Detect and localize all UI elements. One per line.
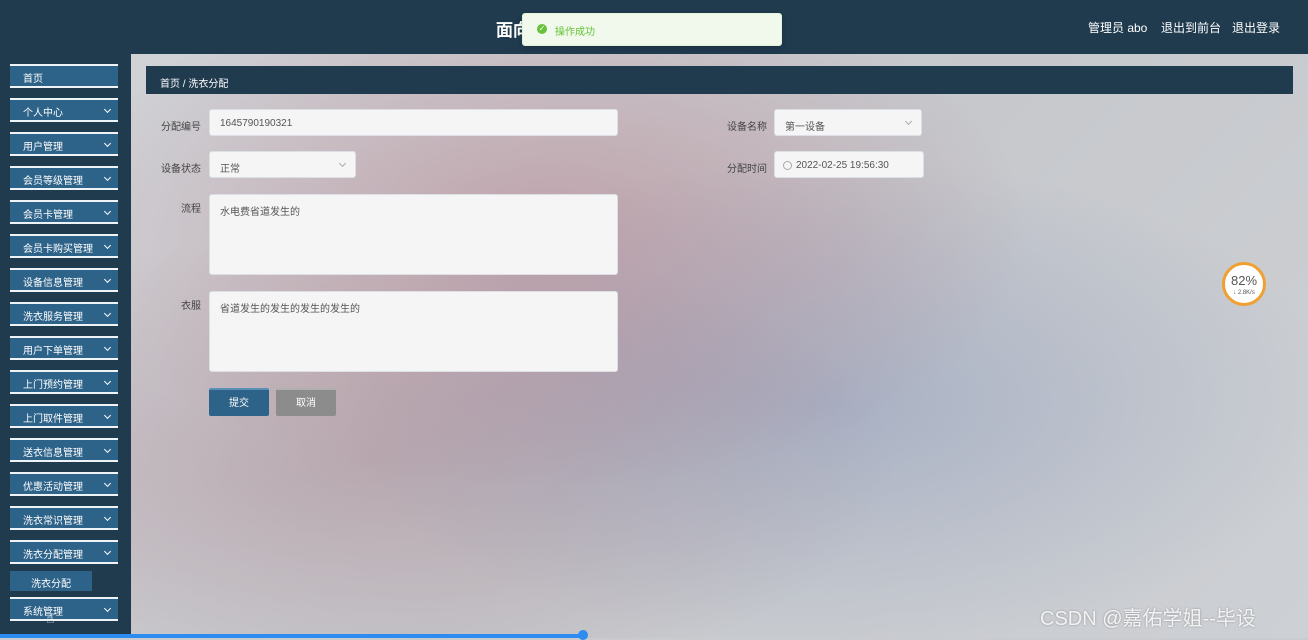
csdn-watermark: CSDN @嘉佑学姐--毕设 [1040,608,1256,630]
process-label: 流程 [181,204,201,215]
alloc-time-label: 分配时间 [727,164,767,175]
chevron-down-icon [103,139,112,148]
sidebar-item-personal-center[interactable]: 个人中心 [10,98,118,122]
sidebar-item-pickups[interactable]: 上门取件管理 [10,404,118,428]
chevron-down-icon [103,309,112,318]
clothes-textarea[interactable]: 省道发生的发生的发生的发生的 [209,291,618,372]
sidebar-item-system[interactable]: 系统管理 [10,597,118,621]
sidebar-item-promotions[interactable]: 优惠活动管理 [10,472,118,496]
sidebar-item-label: 洗衣分配管理 [23,550,83,561]
alloc-time-value: 2022-02-25 19:56:30 [796,160,889,171]
sidebar-item-label: 优惠活动管理 [23,482,83,493]
network-speed-gauge: 82% ↓ 2.8K/s [1222,262,1266,306]
sidebar-item-deliveries[interactable]: 送衣信息管理 [10,438,118,462]
sidebar-item-label: 洗衣常识管理 [23,516,83,527]
gauge-speed: ↓ 2.8K/s [1233,290,1255,296]
gauge-percent: 82% [1230,273,1258,288]
sidebar-item-label: 会员卡购买管理 [23,244,93,255]
device-status-label: 设备状态 [161,164,201,175]
alloc-no-input[interactable]: 1645790190321 [209,109,618,136]
sidebar-item-user-orders[interactable]: 用户下单管理 [10,336,118,360]
submit-button[interactable]: 提交 [209,388,269,416]
sidebar-item-label: 个人中心 [23,108,63,119]
progress-handle [578,630,588,640]
sidebar-item-home[interactable]: 首页 [10,64,118,88]
chevron-down-icon [103,105,112,114]
sidebar-item-users[interactable]: 用户管理 [10,132,118,156]
chevron-down-icon [103,241,112,250]
chevron-down-icon [103,604,112,613]
sidebar-item-laundry-services[interactable]: 洗衣服务管理 [10,302,118,326]
chevron-down-icon [103,173,112,182]
chevron-down-icon [103,479,112,488]
sidebar: 首页 个人中心 用户管理 会员等级管理 会员卡管理 会员卡购买管理 设备信息管理… [0,54,131,638]
process-textarea[interactable]: 水电费省道发生的 [209,194,618,275]
toast-message: 操作成功 [555,27,595,38]
back-to-frontend-link[interactable]: 退出到前台 [1161,19,1221,36]
sidebar-item-label: 系统管理 [23,607,63,618]
sidebar-item-laundry-tips[interactable]: 洗衣常识管理 [10,506,118,530]
sidebar-item-card-purchases[interactable]: 会员卡购买管理 [10,234,118,258]
device-name-label: 设备名称 [727,122,767,133]
sidebar-item-label: 用户管理 [23,142,63,153]
sidebar-item-label: 用户下单管理 [23,346,83,357]
alloc-time-picker[interactable]: 2022-02-25 19:56:30 [774,151,924,178]
device-name-value: 第一设备 [785,122,825,133]
chevron-down-icon [103,343,112,352]
chevron-down-icon [103,513,112,522]
hand-cursor-icon: ☝ [46,610,55,626]
sidebar-item-label: 设备信息管理 [23,278,83,289]
success-check-icon: ✓ [537,24,547,34]
breadcrumb-text: 首页 / 洗衣分配 [160,79,229,90]
process-value: 水电费省道发生的 [220,207,300,218]
sidebar-item-label: 首页 [23,74,43,85]
chevron-down-icon [103,377,112,386]
submenu-item-label: 洗衣分配 [31,579,71,590]
sidebar-item-label: 会员等级管理 [23,176,83,187]
admin-user-label: 管理员 abo [1088,21,1148,35]
sidebar-item-appointments[interactable]: 上门预约管理 [10,370,118,394]
submenu-item-laundry-allocation[interactable]: 洗衣分配 [10,571,92,591]
sidebar-item-label: 洗衣服务管理 [23,312,83,323]
page-load-progress-bar [0,634,583,638]
device-status-value: 正常 [220,164,240,175]
alloc-no-label: 分配编号 [161,122,201,133]
success-toast: ✓ 操作成功 [522,13,782,46]
chevron-down-icon [904,117,913,126]
chevron-down-icon [103,445,112,454]
chevron-down-icon [103,275,112,284]
chevron-down-icon [103,411,112,420]
clock-icon [783,161,792,170]
sidebar-item-laundry-allocation[interactable]: 洗衣分配管理 [10,540,118,564]
clothes-label: 衣服 [181,301,201,312]
breadcrumb: 首页 / 洗衣分配 [146,66,1293,94]
clothes-value: 省道发生的发生的发生的发生的 [220,304,360,315]
sidebar-item-label: 会员卡管理 [23,210,73,221]
chevron-down-icon [103,547,112,556]
sidebar-item-devices[interactable]: 设备信息管理 [10,268,118,292]
logout-link[interactable]: 退出登录 [1232,19,1280,36]
device-status-select[interactable]: 正常 [209,151,356,178]
sidebar-item-member-cards[interactable]: 会员卡管理 [10,200,118,224]
chevron-down-icon [338,159,347,168]
sidebar-item-label: 上门预约管理 [23,380,83,391]
sidebar-item-label: 上门取件管理 [23,414,83,425]
cancel-button[interactable]: 取消 [276,388,336,416]
chevron-down-icon [103,207,112,216]
sidebar-item-member-levels[interactable]: 会员等级管理 [10,166,118,190]
device-name-select[interactable]: 第一设备 [774,109,922,136]
alloc-no-value: 1645790190321 [220,118,293,129]
sidebar-item-label: 送衣信息管理 [23,448,83,459]
